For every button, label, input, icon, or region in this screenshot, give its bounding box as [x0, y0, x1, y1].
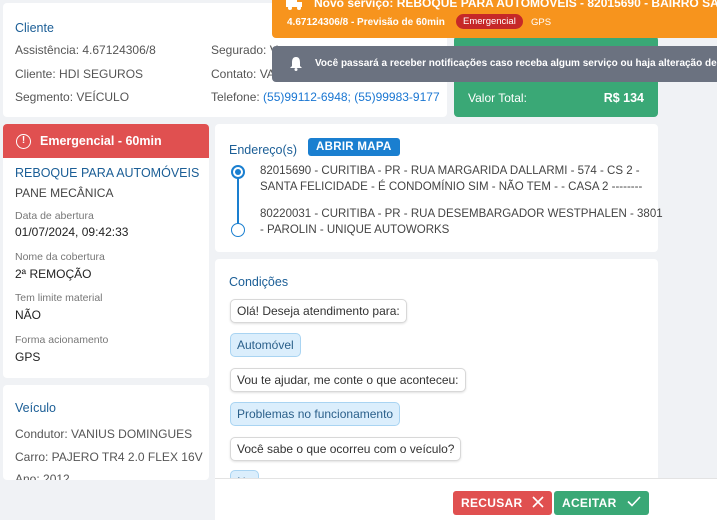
total-value: R$ 134	[603, 91, 644, 105]
carro-text: Carro: PAJERO TR4 2.0 FLEX 16V	[15, 450, 203, 464]
emergencial-badge: Emergencial	[456, 14, 523, 29]
emergency-banner-text: Emergencial - 60min	[40, 134, 162, 148]
contato-text: Contato: VA	[211, 67, 275, 81]
origin-address-line2: SANTA FELICIDADE - É CONDOMÍNIO SIM - NÃ…	[260, 181, 643, 193]
chat-question: Você sabe o que ocorreu com o veículo?	[230, 437, 462, 461]
notification-toast[interactable]: Você passará a receber notificações caso…	[272, 46, 717, 82]
tow-truck-icon	[286, 0, 304, 13]
cliente-title: Cliente	[15, 21, 54, 35]
condicoes-title: Condições	[229, 275, 289, 289]
aceitar-button[interactable]: ACEITAR	[554, 491, 649, 515]
field-value: 01/07/2024, 09:42:33	[15, 225, 129, 239]
field-value: NÃO	[15, 308, 42, 322]
ano-text: Ano: 2012	[15, 472, 70, 480]
telefone-row: Telefone: (55)99112-6948; (55)99983-9177	[211, 90, 440, 104]
field-label: Tem limite material	[15, 292, 103, 304]
condicoes-card: Condições Olá! Deseja atendimento para: …	[215, 259, 658, 489]
origin-address-line1: 82015690 - CURITIBA - PR - RUA MARGARIDA…	[260, 165, 640, 177]
veiculo-title: Veículo	[15, 401, 57, 415]
veiculo-card: Veículo Condutor: VANIUS DOMINGUES Carro…	[3, 385, 209, 480]
toast-gps-label: GPS	[531, 17, 552, 28]
service-card: ! Emergencial - 60min REBOQUE PARA AUTOM…	[3, 124, 209, 378]
segurado-text: Segurado: V	[211, 43, 278, 57]
emergency-banner: ! Emergencial - 60min	[3, 124, 209, 158]
field-label: Forma acionamento	[15, 334, 109, 346]
new-service-toast[interactable]: Novo serviço: REBOQUE PARA AUTOMÓVEIS - …	[272, 0, 717, 38]
assistencia-text: Assistência: 4.67124306/8	[15, 43, 156, 57]
chat-question: Olá! Deseja atendimento para:	[230, 299, 407, 323]
open-map-button[interactable]: ABRIR MAPA	[308, 138, 400, 156]
close-icon	[532, 495, 545, 511]
route-line	[237, 176, 239, 228]
chat-answer: Automóvel	[230, 333, 301, 357]
destination-address-line2: - PAROLIN - UNIQUE AUTOWORKS	[260, 224, 450, 236]
toast-service-title: Novo serviço: REBOQUE PARA AUTOMÓVEIS - …	[314, 0, 717, 10]
origin-marker-icon	[231, 165, 245, 179]
bell-icon	[290, 57, 302, 74]
notification-text: Você passará a receber notificações caso…	[315, 58, 717, 69]
aceitar-label: ACEITAR	[562, 496, 617, 510]
telefone-link[interactable]: (55)99112-6948; (55)99983-9177	[263, 90, 440, 104]
chat-question: Vou te ajudar, me conte o que aconteceu:	[230, 368, 466, 392]
field-value: GPS	[15, 350, 41, 364]
alert-circle-icon: !	[16, 134, 31, 149]
destination-address-line1: 80220031 - CURITIBA - PR - RUA DESEMBARG…	[260, 208, 663, 220]
recusar-label: RECUSAR	[461, 496, 523, 510]
field-value: 2ª REMOÇÃO	[15, 267, 92, 281]
field-label: Nome da cobertura	[15, 251, 105, 263]
service-name: REBOQUE PARA AUTOMÓVEIS	[15, 166, 200, 180]
telefone-label: Telefone:	[211, 90, 260, 104]
destination-marker-icon	[231, 223, 245, 237]
chat-answer: Problemas no funcionamento	[230, 402, 401, 426]
toast-service-sub: 4.67124306/8 - Previsão de 60min	[287, 17, 445, 28]
service-problem: PANE MECÂNICA	[15, 186, 114, 200]
recusar-button[interactable]: RECUSAR	[453, 491, 553, 515]
enderecos-title: Endereço(s)	[229, 143, 298, 157]
check-icon	[626, 496, 641, 510]
field-label: Data de abertura	[15, 210, 94, 222]
enderecos-card: Endereço(s) ABRIR MAPA 82015690 - CURITI…	[215, 124, 663, 252]
condutor-text: Condutor: VANIUS DOMINGUES	[15, 427, 193, 441]
segmento-text: Segmento: VEÍCULO	[15, 90, 130, 104]
total-label: Valor Total:	[468, 91, 527, 105]
cliente-name-text: Cliente: HDI SEGUROS	[15, 67, 144, 81]
